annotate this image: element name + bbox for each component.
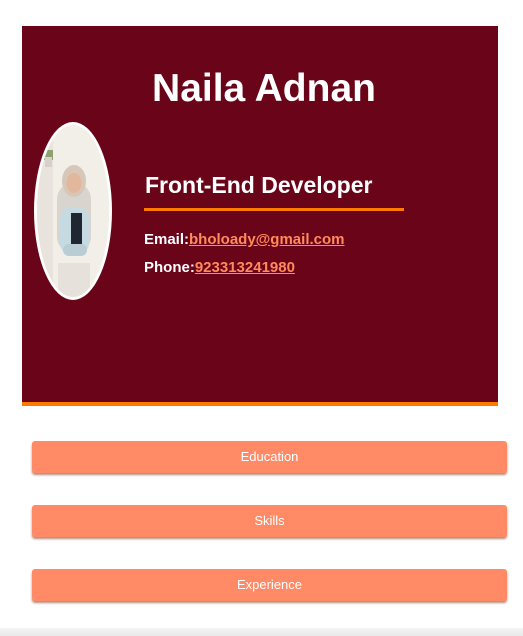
profile-photo (34, 122, 112, 300)
bottom-divider (0, 628, 523, 636)
experience-button[interactable]: Experience (32, 569, 507, 601)
profile-name: Naila Adnan (152, 67, 376, 110)
education-button[interactable]: Education (32, 441, 507, 473)
email-label: Email: (144, 231, 190, 248)
email-row: Email:bholoady@gmail.com (144, 231, 345, 249)
skills-button[interactable]: Skills (32, 505, 507, 537)
phone-row: Phone:923313241980 (144, 259, 295, 277)
phone-link[interactable]: 923313241980 (195, 259, 295, 276)
email-link[interactable]: bholoady@gmail.com (189, 231, 344, 248)
profile-header-card: Naila Adnan Front-End Developer Email:bh… (22, 26, 498, 406)
job-title: Front-End Developer (145, 172, 373, 198)
profile-photo-illustration (37, 125, 109, 297)
phone-label: Phone: (144, 259, 195, 276)
job-title-underline (144, 208, 404, 211)
